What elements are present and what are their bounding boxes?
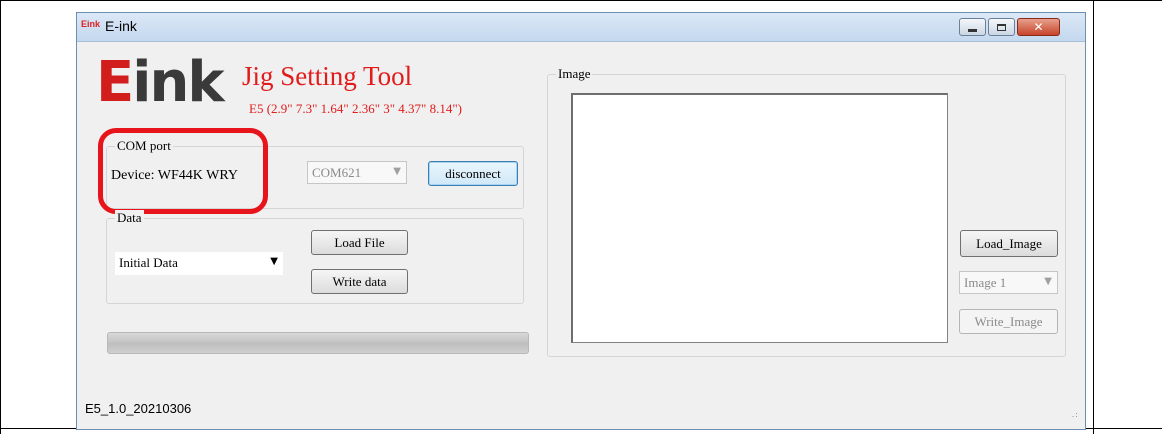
app-heading: Jig Setting Tool — [242, 61, 413, 91]
resize-grip-icon[interactable]: .: — [1072, 410, 1079, 419]
dropdown-arrow-icon: ▼ — [393, 166, 401, 177]
progress-bar — [107, 332, 529, 354]
image-select-value: Image 1 — [964, 275, 1007, 290]
maximize-button[interactable] — [988, 18, 1015, 36]
window-title: E-ink — [105, 18, 137, 34]
data-select-value: Initial Data — [119, 255, 178, 270]
app-window: Eink E-ink ✕ Eink Jig Setting Tool E5 (2… — [76, 12, 1086, 430]
eink-logo: Eink — [96, 55, 225, 111]
dropdown-arrow-icon: ▼ — [270, 256, 278, 267]
com-port-value: COM621 — [312, 165, 362, 180]
write-image-button[interactable]: Write_Image — [959, 309, 1058, 334]
logo-ink: ink — [132, 50, 224, 115]
minimize-icon — [968, 28, 977, 32]
title-bar: Eink E-ink ✕ — [77, 13, 1085, 42]
minimize-button[interactable] — [959, 18, 986, 36]
disconnect-button[interactable]: disconnect — [428, 161, 518, 186]
image-select[interactable]: Image 1 ▼ — [959, 271, 1058, 294]
highlight-annotation — [98, 128, 268, 214]
frame-line — [1093, 0, 1094, 434]
dropdown-arrow-icon: ▼ — [1044, 276, 1052, 287]
data-select[interactable]: Initial Data ▼ — [115, 252, 283, 275]
image-legend: Image — [556, 66, 593, 82]
maximize-icon — [997, 23, 1006, 31]
load-file-button[interactable]: Load File — [311, 230, 408, 255]
close-icon: ✕ — [1033, 20, 1044, 34]
image-group: Image Load_Image Image 1 ▼ Write_Image — [547, 66, 1066, 357]
load-image-button[interactable]: Load_Image — [960, 230, 1058, 257]
supported-sizes: E5 (2.9" 7.3" 1.64" 2.36" 3" 4.37" 8.14"… — [249, 101, 462, 116]
com-port-select[interactable]: COM621 ▼ — [307, 161, 407, 184]
write-data-button[interactable]: Write data — [311, 269, 408, 294]
image-preview — [571, 93, 948, 343]
app-icon: Eink — [81, 19, 101, 29]
data-group: Data Initial Data ▼ Load File Write data — [106, 210, 524, 304]
data-legend: Data — [115, 210, 144, 226]
close-button[interactable]: ✕ — [1017, 18, 1060, 36]
version-label: E5_1.0_20210306 — [85, 401, 192, 416]
logo-e: E — [96, 50, 134, 115]
